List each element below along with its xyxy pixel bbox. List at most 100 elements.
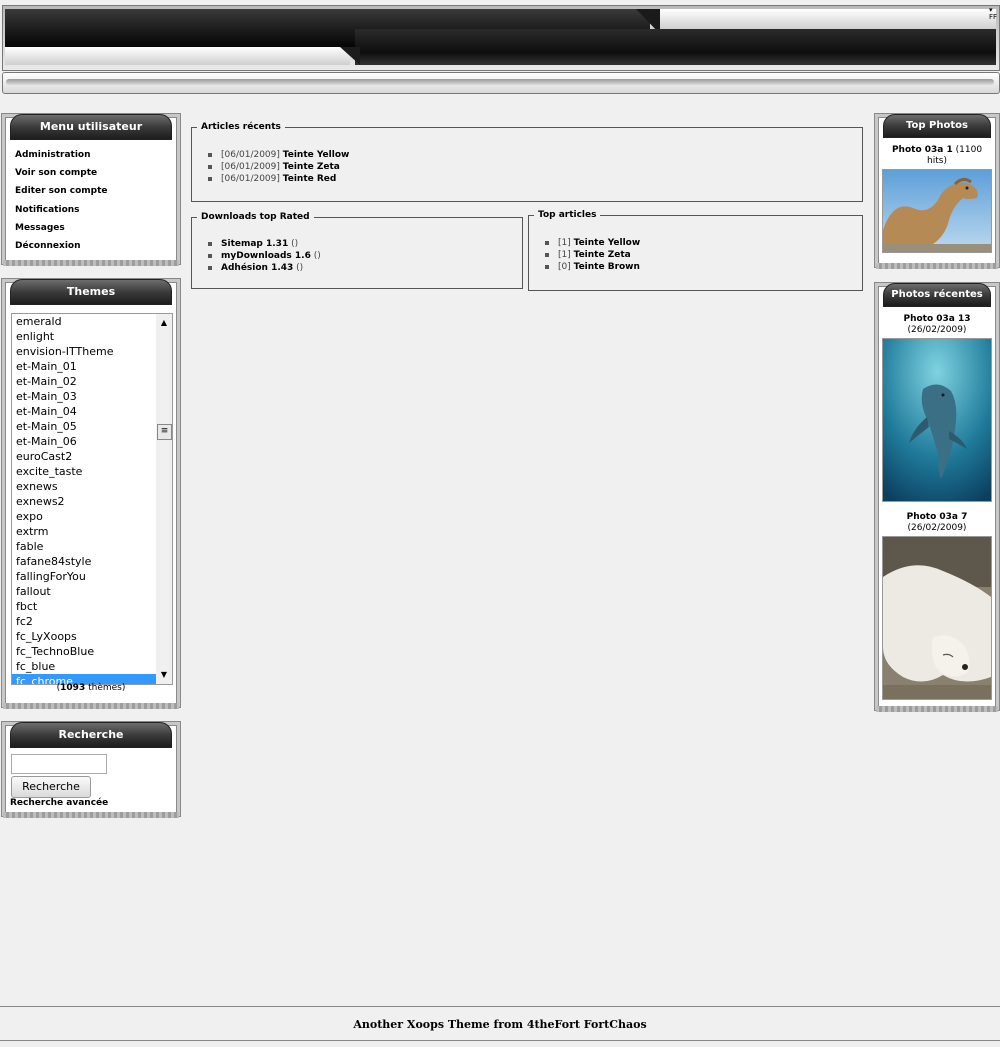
recent-photos-block: Photos récentes Photo 03a 13 (26/02/2009… [876, 283, 998, 712]
theme-option[interactable]: et-Main_06 [12, 434, 172, 449]
dolphin-photo[interactable] [882, 338, 992, 502]
user-menu-item[interactable]: Messages [15, 219, 176, 237]
theme-option[interactable]: fafane84style [12, 554, 172, 569]
theme-option[interactable]: fable [12, 539, 172, 554]
header-dark-band-lower [355, 29, 996, 65]
header-corner-icon: ▾ FF [989, 6, 998, 21]
recent-articles-box: Articles récents [06/01/2009] Teinte Yel… [191, 120, 863, 202]
user-menu-item[interactable]: Administration [15, 146, 176, 164]
article-date: [06/01/2009] [221, 162, 280, 172]
site-header: ▾ FF [0, 0, 1000, 100]
user-menu-item[interactable]: Notifications [15, 201, 176, 219]
photo-name-link[interactable]: Photo 03a 7 [907, 512, 968, 522]
article-count: [1] [558, 250, 571, 260]
article-link[interactable]: Teinte Yellow [574, 238, 641, 248]
scroll-thumb[interactable]: ≡ [157, 424, 172, 440]
recent-articles-title: Articles récents [197, 120, 285, 134]
user-menu-title: Menu utilisateur [10, 114, 172, 140]
user-menu-block: Menu utilisateur Administration Voir son … [3, 114, 179, 266]
scroll-up-icon[interactable]: ▲ [156, 316, 172, 330]
user-menu-item[interactable]: Voir son compte [15, 164, 176, 182]
theme-option[interactable]: fc_TechnoBlue [12, 644, 172, 659]
camel-photo[interactable] [882, 169, 992, 253]
article-link[interactable]: Teinte Brown [574, 262, 640, 272]
photo-caption: Photo 03a 13 (26/02/2009) [903, 314, 971, 335]
header-light-band [650, 9, 996, 29]
theme-option[interactable]: excite_taste [12, 464, 172, 479]
theme-option[interactable]: fallingForYou [12, 569, 172, 584]
themes-title: Themes [10, 279, 172, 305]
list-item: [0] Teinte Brown [545, 261, 640, 273]
list-item: [1] Teinte Zeta [545, 249, 640, 261]
advanced-search-link[interactable]: Recherche avancée [10, 798, 108, 808]
theme-option[interactable]: et-Main_04 [12, 404, 172, 419]
download-link[interactable]: Sitemap 1.31 [221, 239, 288, 249]
block-footer [876, 263, 998, 269]
header-nav-groove [6, 79, 994, 85]
theme-option[interactable]: fc_blue [12, 659, 172, 674]
footer-text: Another Xoops Theme from 4theFort FortCh… [353, 1018, 647, 1031]
list-item: Adhésion 1.43 () [208, 262, 321, 274]
search-block: Recherche Recherche Recherche avancée [3, 722, 179, 818]
block-footer [876, 706, 998, 712]
download-rating: () [310, 251, 321, 261]
theme-option[interactable]: et-Main_02 [12, 374, 172, 389]
article-count: [1] [558, 238, 571, 248]
polar-bear-photo[interactable] [882, 536, 992, 700]
theme-option[interactable]: fallout [12, 584, 172, 599]
photo-name-link[interactable]: Photo 03a 1 [892, 145, 953, 155]
list-item: [06/01/2009] Teinte Yellow [208, 149, 349, 161]
block-footer [3, 703, 179, 709]
theme-option[interactable]: extrm [12, 524, 172, 539]
themes-listbox[interactable]: emerald enlight envision-ITTheme et-Main_01… [11, 313, 173, 685]
theme-option[interactable]: enlight [12, 329, 172, 344]
theme-option[interactable]: fbct [12, 599, 172, 614]
list-item: [1] Teinte Yellow [545, 237, 640, 249]
top-articles-list: [1] Teinte Yellow [1] Teinte Zeta [0] Tein… [545, 237, 640, 273]
top-articles-title: Top articles [534, 208, 601, 222]
photo-caption: Photo 03a 1 (1100 hits) [891, 145, 983, 166]
themes-count-number: 1093 [60, 683, 86, 693]
search-input[interactable] [11, 754, 107, 774]
download-link[interactable]: myDownloads 1.6 [221, 251, 311, 261]
photo-name-link[interactable]: Photo 03a 13 [903, 314, 970, 324]
theme-option[interactable]: fc_LyXoops [12, 629, 172, 644]
block-footer [3, 260, 179, 266]
themes-block: Themes emerald enlight envision-ITTheme et-… [3, 279, 179, 709]
theme-option[interactable]: et-Main_03 [12, 389, 172, 404]
user-menu-list: Administration Voir son compte Editer son … [6, 140, 176, 255]
search-button[interactable]: Recherche [11, 776, 91, 798]
article-date: [06/01/2009] [221, 174, 280, 184]
photo-caption: Photo 03a 7 (26/02/2009) [906, 512, 968, 533]
themes-scrollbar[interactable]: ▲ ≡ ▼ [156, 314, 172, 684]
scroll-down-icon[interactable]: ▼ [156, 668, 172, 682]
download-link[interactable]: Adhésion 1.43 [221, 263, 293, 273]
article-link[interactable]: Teinte Yellow [283, 150, 350, 160]
theme-option[interactable]: exnews [12, 479, 172, 494]
article-link[interactable]: Teinte Zeta [574, 250, 631, 260]
article-link[interactable]: Teinte Red [283, 174, 337, 184]
theme-option[interactable]: exnews2 [12, 494, 172, 509]
downloads-top-title: Downloads top Rated [197, 210, 314, 224]
list-item: [06/01/2009] Teinte Red [208, 173, 349, 185]
top-photos-title: Top Photos [883, 114, 991, 138]
downloads-top-box: Downloads top Rated Sitemap 1.31 () myDow… [191, 210, 523, 289]
theme-option[interactable]: et-Main_05 [12, 419, 172, 434]
theme-option[interactable]: emerald [12, 314, 172, 329]
theme-option[interactable]: expo [12, 509, 172, 524]
theme-option[interactable]: et-Main_01 [12, 359, 172, 374]
theme-option[interactable]: fc2 [12, 614, 172, 629]
theme-option[interactable]: euroCast2 [12, 449, 172, 464]
themes-list: emerald enlight envision-ITTheme et-Main_01… [12, 314, 172, 684]
article-count: [0] [558, 262, 571, 272]
user-menu-item[interactable]: Déconnexion [15, 237, 176, 255]
list-item: [06/01/2009] Teinte Zeta [208, 161, 349, 173]
download-rating: () [293, 263, 304, 273]
article-date: [06/01/2009] [221, 150, 280, 160]
download-rating: () [288, 239, 299, 249]
theme-option[interactable]: envision-ITTheme [12, 344, 172, 359]
search-title: Recherche [10, 722, 172, 748]
article-link[interactable]: Teinte Zeta [283, 162, 340, 172]
block-footer [3, 812, 179, 818]
user-menu-item[interactable]: Editer son compte [15, 182, 176, 200]
